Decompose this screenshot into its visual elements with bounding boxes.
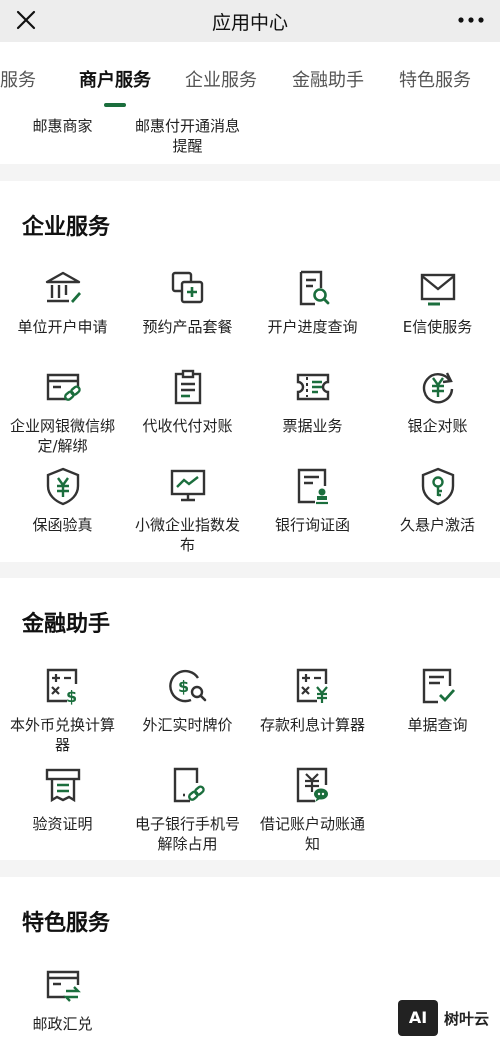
tab-special-services[interactable]: 特色服务: [399, 66, 471, 92]
tab-enterprise-services[interactable]: 企业服务: [185, 66, 257, 92]
section-title-special: 特色服务: [22, 911, 111, 936]
item-postal-remittance[interactable]: 邮政汇兑: [0, 965, 125, 1034]
item-small-micro-index[interactable]: 小微企业指数发布: [125, 466, 250, 555]
item-debit-account-notice[interactable]: 借记账户动账通知: [250, 765, 375, 854]
item-account-progress-query[interactable]: 开户进度查询: [250, 268, 375, 337]
merchant-services-section: 邮惠商家 邮惠付开通消息提醒: [0, 108, 500, 164]
item-bill-business[interactable]: 票据业务: [250, 367, 375, 436]
svg-text:$: $: [178, 677, 189, 696]
item-open-account-apply[interactable]: 单位开户申请: [0, 268, 125, 337]
page-title: 应用中心: [211, 12, 288, 34]
item-capital-verification[interactable]: 验资证明: [0, 765, 125, 834]
item-label: 开户进度查询: [267, 318, 358, 336]
watermark-logo: AI: [398, 1000, 438, 1036]
item-label: 电子银行手机号解除占用: [134, 815, 240, 853]
item-label: 本外币兑换计算器: [9, 716, 115, 754]
item-label: 预约产品套餐: [142, 318, 233, 336]
item-label: 企业网银微信绑定/解绑: [9, 417, 115, 455]
item-label: 久悬户激活: [399, 516, 475, 534]
clipboard-icon: [174, 369, 201, 405]
item-dormant-account-activate[interactable]: 久悬户激活: [375, 466, 500, 535]
item-label: 银行询证函: [274, 516, 350, 534]
item-label: 保函验真: [32, 516, 93, 534]
item-label: 单据查询: [407, 716, 468, 734]
item-mobile-number-release[interactable]: 电子银行手机号解除占用: [125, 765, 250, 854]
document-stamp-icon: [297, 468, 328, 505]
calculator-currency-icon: $: [46, 668, 77, 706]
dollar-search-icon: $: [168, 669, 206, 703]
item-e-messenger[interactable]: E信使服务: [375, 268, 500, 337]
ticket-icon: [296, 373, 329, 401]
title-bar: 应用中心: [0, 0, 500, 42]
more-icon[interactable]: [456, 8, 486, 32]
category-tabs: 活服务 商户服务 企业服务 金融助手 特色服务: [0, 42, 500, 108]
item-book-product-package[interactable]: 预约产品套餐: [125, 268, 250, 337]
merchant-item-youhuifu-notify[interactable]: 邮惠付开通消息提醒: [125, 116, 250, 156]
shield-currency-icon: [46, 467, 79, 506]
item-collect-pay-reconcile[interactable]: 代收代付对账: [125, 367, 250, 436]
item-bank-enterprise-reconcile[interactable]: 银企对账: [375, 367, 500, 436]
monitor-chart-icon: [170, 469, 205, 502]
envelope-icon: [420, 273, 455, 306]
item-bank-confirmation-letter[interactable]: 银行询证函: [250, 466, 375, 535]
item-label: 借记账户动账通知: [259, 815, 365, 853]
document-check-icon: [422, 668, 455, 704]
phone-link-icon: [173, 767, 205, 803]
card-transfer-icon: [46, 970, 81, 1002]
package-add-icon: [171, 271, 203, 304]
item-document-query[interactable]: 单据查询: [375, 666, 500, 735]
section-title-enterprise: 企业服务: [22, 215, 111, 240]
yuan-chat-icon: [296, 767, 328, 803]
item-label: 邮政汇兑: [32, 1015, 93, 1033]
calculator-yuan-icon: [296, 668, 328, 703]
card-link-icon: [46, 373, 81, 401]
item-label: 银企对账: [407, 417, 468, 435]
item-guarantee-verify[interactable]: 保函验真: [0, 466, 125, 535]
tab-life-services[interactable]: 活服务: [0, 66, 36, 92]
enterprise-services-section: 企业服务 单位开户申请 预约产品套餐 开户进度查询 E信使服务 企业网银微信绑定…: [0, 181, 500, 562]
item-label: 存款利息计算器: [259, 716, 365, 734]
merchant-item-youhui-shangjia[interactable]: 邮惠商家: [0, 116, 125, 136]
receipt-printer-icon: [45, 768, 80, 803]
section-title-finance: 金融助手: [22, 612, 111, 637]
item-wechat-bind-unbind[interactable]: 企业网银微信绑定/解绑: [0, 367, 125, 456]
finance-assistant-section: 金融助手 $ 本外币兑换计算器 $ 外汇实时牌价 存款利息计算器 单据查询 验资…: [0, 578, 500, 860]
item-label: 单位开户申请: [17, 318, 108, 336]
item-label: 外汇实时牌价: [142, 716, 233, 734]
item-label: 票据业务: [282, 417, 343, 435]
active-tab-indicator: [104, 103, 126, 107]
item-label: 代收代付对账: [142, 417, 233, 435]
svg-text:$: $: [66, 687, 77, 706]
item-deposit-interest-calculator[interactable]: 存款利息计算器: [250, 666, 375, 735]
document-search-icon: [299, 270, 329, 306]
watermark-text: 树叶云: [444, 1010, 490, 1028]
item-label: E信使服务: [402, 318, 473, 336]
item-fx-calculator[interactable]: $ 本外币兑换计算器: [0, 666, 125, 755]
watermark: AI 树叶云: [398, 1000, 498, 1038]
item-label: 小微企业指数发布: [134, 516, 240, 554]
item-fx-realtime-rate[interactable]: $ 外汇实时牌价: [125, 666, 250, 735]
shield-key-icon: [421, 467, 454, 506]
currency-cycle-icon: [422, 372, 453, 404]
item-label: 验资证明: [32, 815, 93, 833]
tab-finance-assistant[interactable]: 金融助手: [292, 66, 364, 92]
bank-building-icon: [45, 271, 81, 303]
tab-merchant-services[interactable]: 商户服务: [79, 66, 151, 92]
